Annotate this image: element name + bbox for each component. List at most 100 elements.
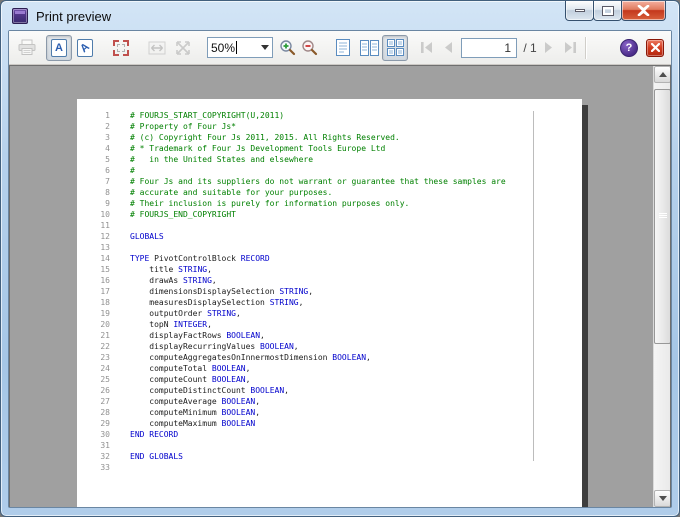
previous-page-button[interactable] (438, 35, 458, 61)
line-text: # * Trademark of Four Js Development Too… (130, 143, 385, 154)
line-text: topN INTEGER, (130, 319, 212, 330)
line-text: computeDistinctCount BOOLEAN, (130, 385, 289, 396)
window-controls (566, 1, 666, 21)
scrollbar-grip-icon (659, 213, 667, 219)
line-number: 10 (77, 209, 110, 220)
line-text: computeTotal BOOLEAN, (130, 363, 250, 374)
help-icon: ? (626, 42, 633, 54)
printer-icon (18, 39, 36, 56)
line-text: displayFactRows BOOLEAN, (130, 330, 265, 341)
line-text: # FOURJS_START_COPYRIGHT(U,2011) (130, 110, 284, 121)
zoom-in-button[interactable] (276, 35, 298, 61)
code-line: 12 GLOBALS (77, 231, 582, 242)
line-text: TYPE PivotControlBlock RECORD (130, 253, 270, 264)
single-page-view-button[interactable] (330, 35, 356, 61)
scroll-up-icon (659, 72, 667, 77)
first-page-icon (420, 41, 434, 54)
line-number: 25 (77, 374, 110, 385)
scroll-up-button[interactable] (654, 66, 671, 83)
page-total-label: / 1 (520, 41, 537, 55)
scrollbar-thumb[interactable] (654, 89, 671, 344)
zoom-value: 50% (211, 41, 235, 55)
page-number-input[interactable] (461, 38, 517, 58)
code-line: 10# FOURJS_END_COPYRIGHT (77, 209, 582, 220)
minimize-button[interactable] (565, 1, 594, 21)
line-number: 22 (77, 341, 110, 352)
close-preview-button[interactable] (646, 39, 664, 57)
code-line: 8 # accurate and suitable for your purpos… (77, 187, 582, 198)
app-icon (12, 8, 28, 24)
code-line: 14TYPE PivotControlBlock RECORD (77, 253, 582, 264)
code-line: 25 computeCount BOOLEAN, (77, 374, 582, 385)
line-number: 16 (77, 275, 110, 286)
previous-page-icon (443, 41, 453, 54)
line-number: 12 (77, 231, 110, 242)
line-number: 26 (77, 385, 110, 396)
fit-width-button[interactable] (144, 35, 170, 61)
landscape-label: A (78, 40, 92, 54)
document-page: 1 # FOURJS_START_COPYRIGHT(U,2011)2# Prop… (77, 99, 582, 507)
fit-width-icon (148, 41, 166, 55)
close-window-button[interactable] (621, 1, 666, 21)
line-number: 17 (77, 286, 110, 297)
close-icon (637, 5, 650, 16)
four-page-view-button[interactable] (382, 35, 408, 61)
zoom-combobox[interactable]: 50% (207, 37, 273, 58)
portrait-page-icon: A (51, 39, 67, 57)
code-line: 4# * Trademark of Four Js Development To… (77, 143, 582, 154)
margins-button[interactable] (108, 35, 134, 61)
code-line: 24 computeTotal BOOLEAN, (77, 363, 582, 374)
print-button[interactable] (14, 35, 40, 61)
line-text: computeAggregatesOnInnermostDimension BO… (130, 352, 371, 363)
line-text: # Property of Four Js* (130, 121, 236, 132)
code-line: 33 (77, 462, 582, 473)
line-number: 1 (77, 110, 110, 121)
line-number: 3 (77, 132, 110, 143)
last-page-icon (563, 41, 577, 54)
two-page-view-button[interactable] (356, 35, 382, 61)
code-line: 2# Property of Four Js* (77, 121, 582, 132)
code-line: 26 computeDistinctCount BOOLEAN, (77, 385, 582, 396)
line-text: title STRING, (130, 264, 212, 275)
code-line: 21 displayFactRows BOOLEAN, (77, 330, 582, 341)
line-text: computeMinimum BOOLEAN, (130, 407, 260, 418)
landscape-orientation-button[interactable]: A (72, 35, 98, 61)
two-page-icon (360, 40, 379, 56)
zoom-out-button[interactable] (298, 35, 320, 61)
code-lines: 1 # FOURJS_START_COPYRIGHT(U,2011)2# Prop… (77, 110, 582, 473)
first-page-button[interactable] (416, 35, 438, 61)
next-page-button[interactable] (539, 35, 559, 61)
code-line: 28 computeMinimum BOOLEAN, (77, 407, 582, 418)
titlebar[interactable]: Print preview (1, 1, 679, 31)
margins-icon (113, 40, 129, 56)
maximize-button[interactable] (593, 1, 622, 21)
line-number: 30 (77, 429, 110, 440)
vertical-scrollbar[interactable] (653, 66, 670, 507)
line-text: # (130, 165, 135, 176)
help-button[interactable]: ? (620, 39, 638, 57)
line-number: 33 (77, 462, 110, 473)
code-line: 31 (77, 440, 582, 451)
portrait-orientation-button[interactable]: A (46, 35, 72, 61)
line-text: GLOBALS (130, 231, 164, 242)
line-number: 7 (77, 176, 110, 187)
fit-page-button[interactable] (170, 35, 196, 61)
four-page-icon (387, 39, 404, 56)
line-number: 19 (77, 308, 110, 319)
window-title: Print preview (36, 9, 111, 24)
line-text: drawAs STRING, (130, 275, 217, 286)
code-line: 19 outputOrder STRING, (77, 308, 582, 319)
code-line: 3# (c) Copyright Four Js 2011, 2015. All… (77, 132, 582, 143)
code-line: 27 computeAverage BOOLEAN, (77, 396, 582, 407)
combo-dropdown-icon[interactable] (261, 45, 269, 50)
line-text: displayRecurringValues BOOLEAN, (130, 341, 299, 352)
line-number: 8 (77, 187, 110, 198)
line-number: 24 (77, 363, 110, 374)
line-text: # accurate and suitable for your purpose… (130, 187, 332, 198)
line-number: 9 (77, 198, 110, 209)
line-text: computeMaximum BOOLEAN (130, 418, 255, 429)
last-page-button[interactable] (559, 35, 581, 61)
code-line: 13 (77, 242, 582, 253)
scroll-down-button[interactable] (654, 490, 671, 507)
line-number: 21 (77, 330, 110, 341)
